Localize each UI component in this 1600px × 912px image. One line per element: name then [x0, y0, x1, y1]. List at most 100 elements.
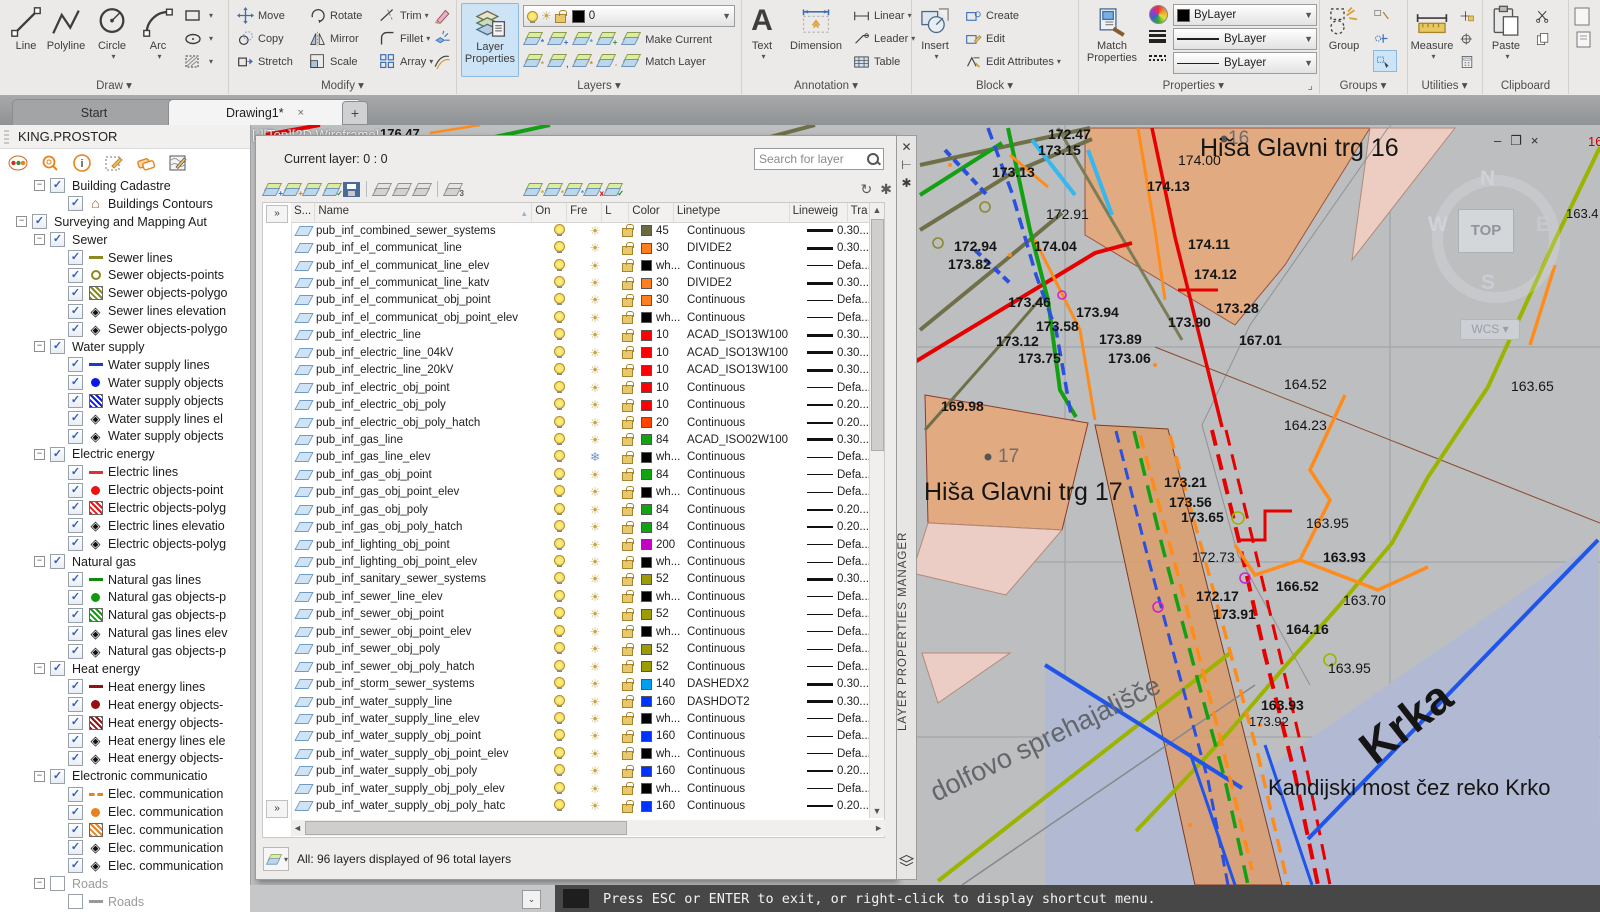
lineweight-value[interactable]: 0.30...	[837, 242, 869, 254]
new-group-filter-icon[interactable]: +	[283, 181, 301, 197]
lineweight-value[interactable]: 0.30...	[837, 329, 869, 341]
bulb-on-icon[interactable]	[554, 346, 565, 357]
tree-item[interactable]: Roads	[0, 893, 250, 911]
set-current-layer-icon[interactable]: ✓	[604, 181, 622, 197]
layer-dialog-icon[interactable]	[413, 181, 431, 197]
tree-item[interactable]: ✓Natural gas lines	[0, 571, 250, 589]
lineweight-value[interactable]: 0.30...	[837, 678, 869, 690]
tree-checkbox[interactable]: ✓	[68, 536, 83, 551]
refresh-layer-icon[interactable]: *	[564, 181, 582, 197]
palette-title-bar[interactable]: ✕ ⊢ ✱ LAYER PROPERTIES MANAGER	[897, 135, 917, 880]
color-swatch[interactable]	[641, 365, 652, 376]
layer-name[interactable]: pub_inf_electric_obj_poly	[316, 399, 541, 411]
color-swatch[interactable]	[641, 766, 652, 777]
freeze-snowflake-icon[interactable]: ❄	[590, 450, 600, 464]
lineweight-value[interactable]: 0.30...	[837, 347, 869, 359]
bulb-on-icon[interactable]	[554, 293, 565, 304]
tree-item[interactable]: −✓Sewer	[0, 231, 250, 249]
bulb-on-icon[interactable]	[554, 241, 565, 252]
tree-item[interactable]: −✓Water supply	[0, 338, 250, 356]
thaw-sun-icon[interactable]: ☀	[590, 764, 601, 778]
id-point-button[interactable]	[1459, 27, 1479, 50]
expander-icon[interactable]: −	[34, 663, 45, 674]
groups-panel-label[interactable]: Groups ▾	[1319, 78, 1407, 92]
tree-checkbox[interactable]: ✓	[68, 357, 83, 372]
lineweight-value[interactable]: 0.20...	[837, 417, 869, 429]
search-for-layer-input[interactable]: Search for layer	[754, 148, 884, 170]
thaw-sun-icon[interactable]: ☀	[590, 398, 601, 412]
dimension-button[interactable]: Dimension	[785, 3, 847, 75]
linetype-value[interactable]: Continuous	[687, 469, 807, 481]
tree-item[interactable]: ✓Heat energy objects-	[0, 696, 250, 714]
layer-name[interactable]: pub_inf_water_supply_obj_point	[316, 730, 541, 742]
tree-checkbox[interactable]: ✓	[68, 787, 83, 802]
edit-attributes-button[interactable]: Edit Attributes▾	[965, 50, 1061, 73]
add-layer-icon[interactable]: *	[524, 181, 542, 197]
layer-name[interactable]: pub_inf_gas_obj_poly_hatch	[316, 521, 541, 533]
layer-name[interactable]: pub_inf_electric_obj_point	[316, 382, 541, 394]
layer-row[interactable]: pub_inf_sanitary_sewer_systems☀52Continu…	[291, 571, 871, 588]
lineweight-value[interactable]: Defa...	[837, 661, 871, 673]
bulb-on-icon[interactable]	[554, 224, 565, 235]
expander-icon[interactable]: −	[34, 449, 45, 460]
viewcube-top-button[interactable]: TOP	[1458, 209, 1514, 253]
col-name[interactable]: Name▲	[315, 203, 532, 222]
linetype-value[interactable]: DASHEDX2	[687, 678, 807, 690]
thaw-sun-icon[interactable]: ☀	[590, 538, 601, 552]
layer-row[interactable]: pub_inf_gas_line☀84ACAD_ISO02W1000.30...…	[291, 431, 871, 448]
tree-checkbox[interactable]: ✓	[68, 733, 83, 748]
tree-checkbox[interactable]: ✓	[68, 322, 83, 337]
layer-row[interactable]: pub_inf_water_supply_obj_point☀160Contin…	[291, 728, 871, 745]
col-lock[interactable]: L	[602, 203, 629, 222]
lineweight-value[interactable]: Defa...	[837, 260, 871, 272]
tree-item[interactable]: ✓Electric objects-polyg	[0, 499, 250, 517]
tree-checkbox[interactable]: ✓	[50, 339, 65, 354]
thaw-sun-icon[interactable]: ☀	[590, 520, 601, 534]
bulb-on-icon[interactable]	[554, 468, 565, 479]
tree-checkbox[interactable]: ✓	[68, 590, 83, 605]
linetype-value[interactable]: DASHDOT2	[687, 696, 807, 708]
lineweight-value[interactable]: 0.20...	[837, 800, 869, 812]
bulb-on-icon[interactable]	[554, 764, 565, 775]
bulb-on-icon[interactable]	[554, 398, 565, 409]
linetype-value[interactable]: Continuous	[687, 556, 807, 568]
bulb-on-icon[interactable]	[554, 695, 565, 706]
col-transparency[interactable]: Tra	[848, 203, 871, 222]
color-swatch[interactable]	[641, 452, 652, 463]
unlock-icon[interactable]	[622, 472, 633, 481]
bulb-on-icon[interactable]	[554, 538, 565, 549]
thaw-sun-icon[interactable]: ☀	[590, 572, 601, 586]
layers-panel-label[interactable]: Layers ▾	[457, 78, 741, 92]
layer-lock-icon[interactable]: +	[597, 30, 615, 46]
tree-checkbox[interactable]: ✓	[50, 447, 65, 462]
thaw-sun-icon[interactable]: ☀	[590, 660, 601, 674]
tree-item[interactable]: ✓Elec. communication	[0, 803, 250, 821]
tree-checkbox[interactable]: ✓	[32, 214, 47, 229]
thaw-all-layers-icon[interactable]: ,	[548, 52, 566, 68]
layer-name[interactable]: pub_inf_sewer_line_elev	[316, 591, 541, 603]
layer-name[interactable]: pub_inf_sewer_obj_poly	[316, 643, 541, 655]
thaw-sun-icon[interactable]: ☀	[590, 346, 601, 360]
tree-checkbox[interactable]: ✓	[68, 626, 83, 641]
layer-row[interactable]: pub_inf_el_communicat_line_katv☀30DIVIDE…	[291, 274, 871, 291]
match-properties-button[interactable]: Match Properties	[1081, 3, 1143, 75]
lineweight-value[interactable]: 0.30...	[837, 225, 869, 237]
layer-row[interactable]: pub_inf_electric_obj_point☀10ContinuousD…	[291, 379, 871, 396]
tree-item[interactable]: −✓Electric energy	[0, 445, 250, 463]
tree-item[interactable]: ✓Heat energy lines	[0, 678, 250, 696]
layer-row[interactable]: pub_inf_el_communicat_line_elev☀wh...Con…	[291, 257, 871, 274]
bulb-on-icon[interactable]	[554, 328, 565, 339]
color-swatch[interactable]	[641, 609, 652, 620]
color-swatch[interactable]	[641, 661, 652, 672]
color-swatch[interactable]	[641, 801, 652, 812]
lineweight-value[interactable]: 0.20...	[837, 504, 869, 516]
bulb-on-icon[interactable]	[554, 625, 565, 636]
linetype-value[interactable]: Continuous	[687, 504, 807, 516]
layer-row[interactable]: pub_inf_electric_line☀10ACAD_ISO13W1000.…	[291, 327, 871, 344]
layer-name[interactable]: pub_inf_electric_obj_poly_hatch	[316, 417, 541, 429]
move-button[interactable]: Move	[237, 4, 285, 27]
unlock-icon[interactable]	[622, 716, 633, 725]
expander-icon[interactable]: −	[34, 341, 45, 352]
linetype-value[interactable]: Continuous	[687, 783, 807, 795]
annotation-panel-label[interactable]: Annotation ▾	[741, 78, 911, 92]
